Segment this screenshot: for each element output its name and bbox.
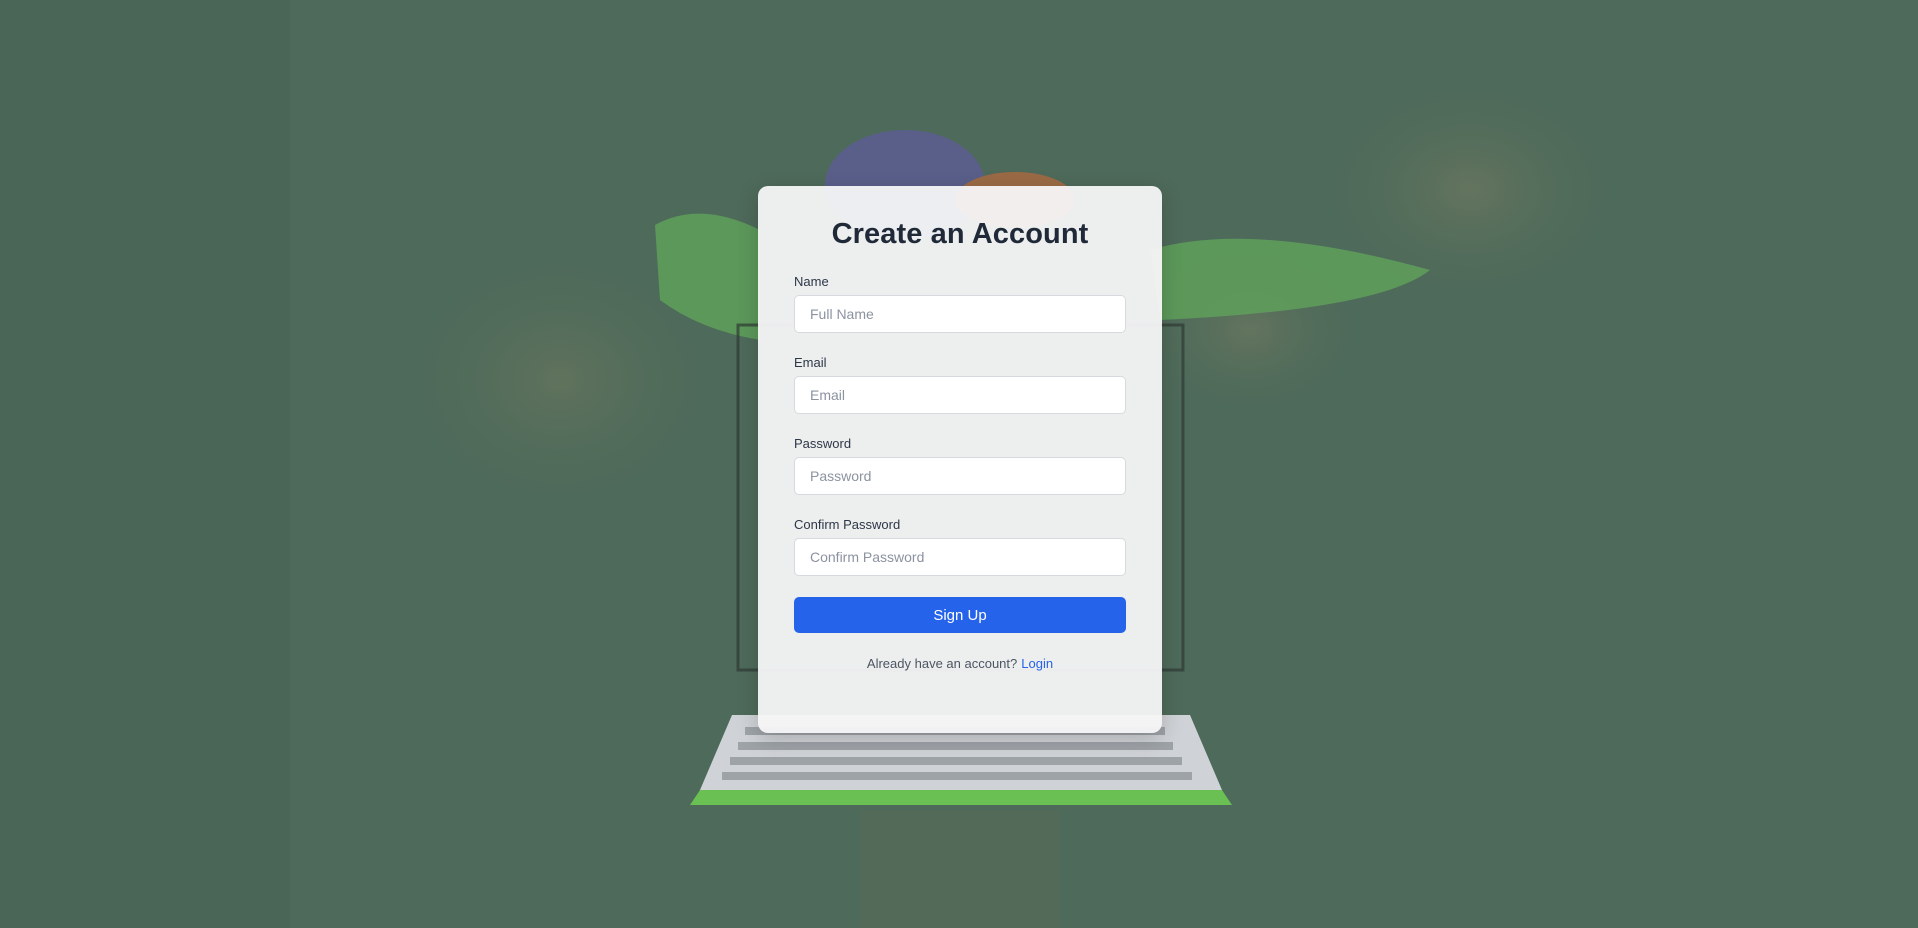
confirm-password-label: Confirm Password [794,517,901,532]
email-input[interactable] [794,376,1126,414]
signup-card: Create an Account Name Email Password Co… [758,186,1162,733]
name-label: Name [794,274,829,289]
login-prompt-row: Already have an account? Login [794,656,1126,671]
name-input[interactable] [794,295,1126,333]
email-label: Email [794,355,827,370]
password-field-group: Password [794,437,1126,495]
confirm-password-input[interactable] [794,538,1126,576]
name-field-group: Name [794,275,1126,333]
password-input[interactable] [794,457,1126,495]
login-prompt-text: Already have an account? [866,656,1018,671]
signup-page: Create an Account Name Email Password Co… [0,0,1918,928]
signup-form: Name Email Password Confirm Password Sig… [794,275,1126,633]
login-link[interactable]: Login [1021,656,1053,671]
confirm-password-field-group: Confirm Password [794,518,1126,576]
page-title: Create an Account [831,218,1089,250]
sign-up-button[interactable]: Sign Up [794,597,1126,633]
password-label: Password [794,436,852,451]
email-field-group: Email [794,356,1126,414]
